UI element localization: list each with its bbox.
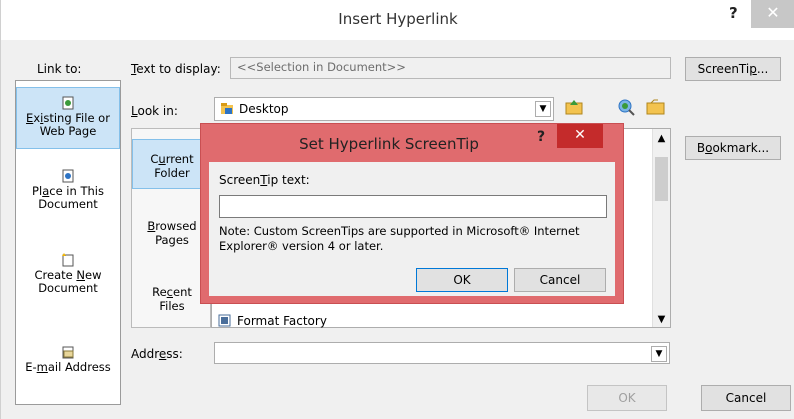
- text-to-display-label: Text to display:: [131, 62, 221, 76]
- existing-file-icon: [62, 96, 74, 110]
- scroll-up-icon[interactable]: ▲: [653, 133, 670, 144]
- look-in-value: Desktop: [239, 102, 289, 116]
- help-button[interactable]: ?: [729, 4, 738, 22]
- bookmark-button[interactable]: Bookmark...: [685, 136, 781, 160]
- title-bar: Insert Hyperlink ? ✕: [1, 0, 794, 40]
- screentip-dialog-title: Set Hyperlink ScreenTip: [299, 135, 479, 153]
- sidebar-item-label-line2: Document: [38, 197, 98, 211]
- sidebar-item-label-line2: Web Page: [39, 124, 97, 138]
- screentip-body: ScreenTip text: Note: Custom ScreenTips …: [209, 162, 615, 296]
- screentip-close-button[interactable]: ✕: [557, 124, 603, 148]
- screentip-help-button[interactable]: ?: [537, 129, 545, 145]
- screentip-text-label: ScreenTip text:: [219, 173, 310, 187]
- screentip-dialog: Set Hyperlink ScreenTip ? ✕ ScreenTip te…: [200, 123, 624, 304]
- place-in-document-icon: [62, 169, 74, 183]
- sidebar-item-place-in-document[interactable]: Place in This Document: [16, 169, 120, 211]
- text-to-display-field[interactable]: <<Selection in Document>>: [230, 57, 671, 79]
- chevron-down-icon[interactable]: ▼: [535, 101, 551, 117]
- address-label: Address:: [131, 347, 183, 361]
- vertical-scrollbar[interactable]: ▲ ▼: [652, 129, 670, 327]
- scroll-thumb[interactable]: [655, 157, 668, 201]
- cancel-button[interactable]: Cancel: [701, 385, 791, 411]
- screentip-note-line2: Explorer® version 4 or later.: [219, 239, 384, 253]
- format-factory-icon: [218, 314, 231, 327]
- dialog-title: Insert Hyperlink: [338, 10, 458, 28]
- file-name: Format Factory: [237, 314, 327, 328]
- scroll-down-icon[interactable]: ▼: [653, 314, 670, 325]
- close-button[interactable]: ✕: [751, 0, 794, 28]
- browse-file-icon[interactable]: [645, 96, 667, 118]
- link-to-label: Link to:: [37, 62, 82, 76]
- look-in-combo[interactable]: Desktop ▼: [214, 97, 554, 121]
- look-in-label: Look in:: [131, 104, 178, 118]
- screentip-button[interactable]: ScreenTip...: [685, 57, 781, 81]
- chevron-down-icon[interactable]: ▼: [651, 346, 667, 362]
- screentip-text-field[interactable]: [219, 195, 607, 218]
- screentip-cancel-button[interactable]: Cancel: [514, 268, 606, 292]
- browse-nav-panel: Current Folder Browsed Pages Recent File…: [131, 128, 212, 328]
- browse-web-icon[interactable]: [615, 96, 637, 118]
- sidebar-item-label: E-mail Address: [25, 360, 111, 374]
- screentip-note-line1: Note: Custom ScreenTips are supported in…: [219, 224, 580, 238]
- link-to-sidebar: Existing File or Web Page Place in This …: [15, 80, 121, 405]
- new-document-icon: [62, 253, 74, 267]
- sidebar-item-email[interactable]: E-mail Address: [16, 345, 120, 374]
- desktop-folder-icon: [221, 103, 233, 114]
- screentip-note: Note: Custom ScreenTips are supported in…: [219, 224, 609, 254]
- sidebar-item-existing-file[interactable]: Existing File or Web Page: [16, 87, 120, 149]
- screentip-title-bar: Set Hyperlink ScreenTip ? ✕: [201, 124, 623, 162]
- up-folder-icon[interactable]: [563, 96, 585, 118]
- address-field[interactable]: ▼: [214, 342, 670, 364]
- list-item[interactable]: Format Factory: [218, 314, 327, 328]
- sidebar-item-create-new[interactable]: Create New Document: [16, 253, 120, 295]
- sidebar-item-label-line2: Document: [38, 281, 98, 295]
- email-icon: [62, 346, 74, 359]
- ok-button[interactable]: OK: [587, 385, 667, 411]
- screentip-ok-button[interactable]: OK: [416, 268, 508, 292]
